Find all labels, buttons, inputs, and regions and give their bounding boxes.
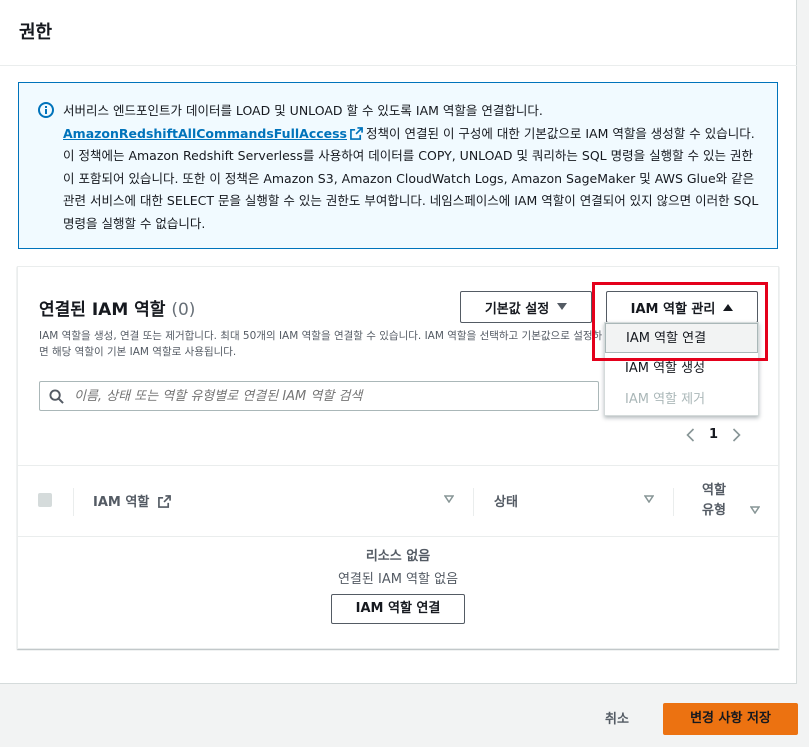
caret-down-icon <box>557 303 568 310</box>
info-icon <box>38 102 54 118</box>
page-title: 권한 <box>19 22 53 43</box>
previous-page-icon[interactable] <box>686 427 695 442</box>
external-link-icon[interactable] <box>350 126 363 140</box>
info-text-intro: 서버리스 엔드포인트가 데이터를 LOAD 및 UNLOAD 할 수 있도록 I… <box>63 103 543 118</box>
info-alert: 서버리스 엔드포인트가 데이터를 LOAD 및 UNLOAD 할 수 있도록 I… <box>18 82 778 249</box>
column-type-label: 유형 <box>702 503 726 518</box>
table-header: IAM 역할 상태 역할 유형 <box>18 465 778 537</box>
sort-icon[interactable] <box>750 506 760 514</box>
column-status[interactable]: 상태 <box>494 491 518 510</box>
external-link-icon <box>157 495 171 508</box>
column-iam-role[interactable]: IAM 역할 <box>93 491 171 510</box>
column-iam-role-label: IAM 역할 <box>93 495 150 510</box>
column-role-label: 역할 <box>702 483 726 498</box>
column-divider <box>473 488 474 516</box>
empty-subtitle: 연결된 IAM 역할 없음 <box>337 572 459 587</box>
panel-title-text: 연결된 IAM 역할 <box>39 300 166 320</box>
role-count: (0) <box>171 300 196 320</box>
attach-iam-role-button[interactable]: IAM 역할 연결 <box>331 594 465 624</box>
search-icon <box>49 389 64 404</box>
cancel-button[interactable]: 취소 <box>605 708 629 727</box>
panel-title: 연결된 IAM 역할 (0) <box>39 295 195 320</box>
set-default-button[interactable]: 기본값 설정 <box>460 291 592 323</box>
page-header: 권한 <box>0 0 797 66</box>
column-divider <box>673 488 674 516</box>
search-box <box>39 381 599 411</box>
info-text-body: 정책이 연결된 이 구성에 대한 기본값으로 IAM 역할을 생성할 수 있습니… <box>63 125 759 231</box>
column-divider <box>73 488 74 516</box>
sort-icon[interactable] <box>444 495 454 503</box>
column-role-type[interactable]: 역할 유형 <box>694 481 734 521</box>
highlight-box <box>592 282 768 361</box>
sort-icon[interactable] <box>644 495 654 503</box>
policy-link[interactable]: AmazonRedshiftAllCommandsFullAccess <box>63 126 347 141</box>
page-number[interactable]: 1 <box>709 427 718 442</box>
empty-state: 리소스 없음 연결된 IAM 역할 없음 IAM 역할 연결 <box>18 545 778 624</box>
empty-title: 리소스 없음 <box>365 549 431 564</box>
dropdown-item-remove: IAM 역할 제거 <box>625 392 706 407</box>
search-input[interactable] <box>74 382 594 410</box>
next-page-icon[interactable] <box>732 427 741 442</box>
panel-description: IAM 역할을 생성, 연결 또는 제거합니다. 최대 50개의 IAM 역할을… <box>39 330 603 358</box>
save-changes-button[interactable]: 변경 사항 저장 <box>663 703 798 735</box>
select-all-checkbox[interactable] <box>38 493 52 507</box>
permissions-page: 권한 서버리스 엔드포인트가 데이터를 LOAD 및 UNLOAD 할 수 있도… <box>0 0 797 684</box>
info-text: 서버리스 엔드포인트가 데이터를 LOAD 및 UNLOAD 할 수 있도록 I… <box>63 100 763 235</box>
set-default-label: 기본값 설정 <box>484 301 550 317</box>
pagination: 1 <box>686 427 741 442</box>
